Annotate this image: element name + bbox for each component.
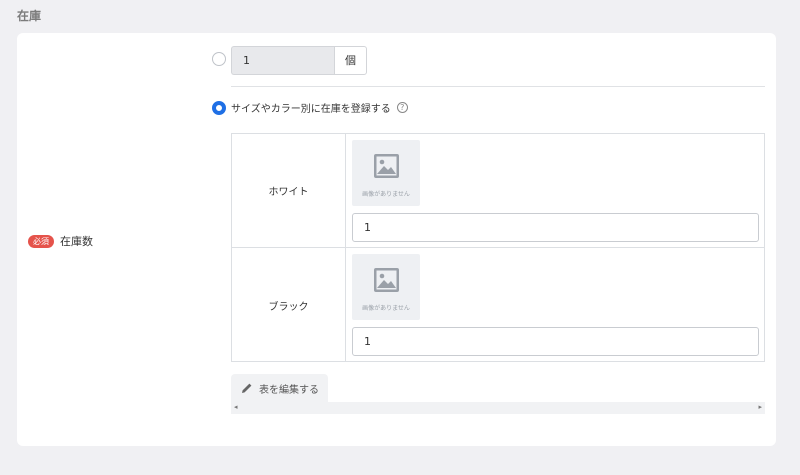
stock-card: 必須 在庫数 1 個 サイズやカラー別に在庫を登録する ? ホワイト 画像があり… [17, 33, 776, 446]
variant-stock-label: サイズやカラー別に在庫を登録する [231, 104, 391, 115]
table-row: ブラック 画像がありません 1 [232, 248, 764, 362]
edit-table-label: 表を編集する [259, 384, 319, 396]
simple-stock-group: 1 個 [231, 46, 367, 75]
image-placeholder[interactable]: 画像がありません [352, 140, 420, 206]
simple-stock-radio[interactable] [212, 52, 226, 66]
required-badge: 必須 [28, 234, 54, 248]
image-caption: 画像がありません [362, 191, 410, 198]
variant-stock-table: ホワイト 画像がありません 1 ブラック 画像がありません 1 [231, 133, 765, 362]
unit-label: 個 [334, 46, 367, 75]
variant-name: ホワイト [232, 134, 346, 247]
divider [231, 86, 765, 87]
table-row: ホワイト 画像がありません 1 [232, 134, 764, 248]
image-icon [374, 268, 399, 292]
variant-stock-radio[interactable] [212, 101, 226, 115]
stock-label: 在庫数 [60, 235, 93, 248]
help-icon[interactable]: ? [396, 102, 408, 113]
variant-stock-input[interactable]: 1 [352, 327, 759, 356]
section-title: 在庫 [17, 9, 42, 23]
image-caption: 画像がありません [362, 305, 410, 312]
horizontal-scrollbar[interactable]: ◂ ▸ [231, 402, 765, 414]
edit-table-button[interactable]: 表を編集する [231, 374, 328, 402]
image-placeholder[interactable]: 画像がありません [352, 254, 420, 320]
variant-stock-input[interactable]: 1 [352, 213, 759, 242]
scroll-right-icon[interactable]: ▸ [758, 403, 762, 411]
simple-stock-input[interactable]: 1 [231, 46, 334, 75]
variant-stock-option[interactable]: サイズやカラー別に在庫を登録する ? [231, 100, 408, 115]
field-label: 必須 在庫数 [28, 233, 93, 249]
variant-name: ブラック [232, 248, 346, 362]
pencil-icon [242, 383, 252, 393]
image-icon [374, 154, 399, 178]
scroll-left-icon[interactable]: ◂ [234, 403, 238, 411]
